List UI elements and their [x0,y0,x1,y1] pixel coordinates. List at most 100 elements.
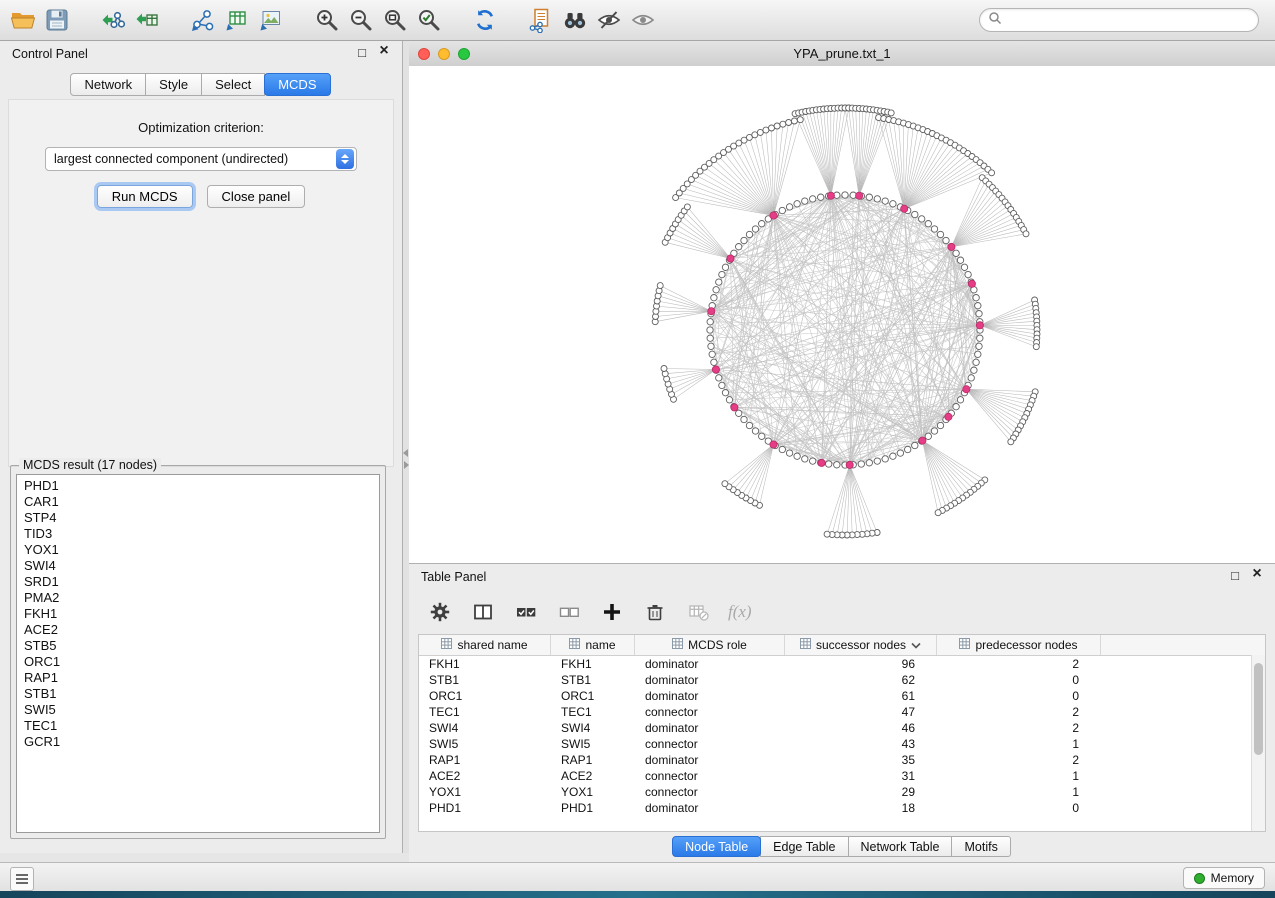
zoom-selected-icon[interactable] [412,3,446,37]
table-row[interactable]: ORC1ORC1dominator610 [419,688,1265,704]
cell-MCDS-role[interactable]: dominator [635,720,785,736]
add-row-icon[interactable] [599,599,625,625]
cell-predecessor-nodes[interactable]: 2 [937,656,1101,672]
mcds-node-item[interactable]: GCR1 [24,734,379,750]
cell-shared-name[interactable]: TEC1 [419,704,551,720]
mcds-node-item[interactable]: STB1 [24,686,379,702]
tab-motifs[interactable]: Motifs [951,836,1010,857]
float-table-panel-icon[interactable]: □ [1227,568,1243,583]
tab-select[interactable]: Select [201,73,265,96]
column-header-name[interactable]: name [551,635,635,655]
network-graph[interactable] [409,66,1275,563]
cell-successor-nodes[interactable]: 62 [785,672,937,688]
collapse-left-icon[interactable] [403,449,408,457]
cell-successor-nodes[interactable]: 46 [785,720,937,736]
tab-network[interactable]: Network [70,73,146,96]
import-table-icon[interactable] [130,3,164,37]
cell-MCDS-role[interactable]: dominator [635,656,785,672]
eye-icon[interactable] [626,3,660,37]
table-row[interactable]: FKH1FKH1dominator962 [419,656,1265,672]
column-header-successor-nodes[interactable]: successor nodes [785,635,937,655]
mcds-node-item[interactable]: STP4 [24,510,379,526]
run-mcds-button[interactable]: Run MCDS [97,185,193,208]
cell-predecessor-nodes[interactable]: 0 [937,688,1101,704]
cell-shared-name[interactable]: FKH1 [419,656,551,672]
close-panel-icon[interactable]: × [376,42,392,60]
cell-name[interactable]: STB1 [551,672,635,688]
cell-successor-nodes[interactable]: 35 [785,752,937,768]
memory-button[interactable]: Memory [1183,867,1265,889]
cell-MCDS-role[interactable]: dominator [635,752,785,768]
cell-MCDS-role[interactable]: connector [635,784,785,800]
document-share-icon[interactable] [524,3,558,37]
cell-name[interactable]: RAP1 [551,752,635,768]
mcds-node-item[interactable]: PHD1 [24,478,379,494]
cell-name[interactable]: YOX1 [551,784,635,800]
criterion-select[interactable]: largest connected component (undirected) [45,147,357,171]
mcds-node-item[interactable]: SWI4 [24,558,379,574]
cell-name[interactable]: ACE2 [551,768,635,784]
cell-predecessor-nodes[interactable]: 2 [937,704,1101,720]
cell-shared-name[interactable]: SWI4 [419,720,551,736]
float-window-icon[interactable]: □ [354,45,370,60]
mcds-node-item[interactable]: SWI5 [24,702,379,718]
refresh-icon[interactable] [468,3,502,37]
tab-mcds[interactable]: MCDS [264,73,330,96]
cell-predecessor-nodes[interactable]: 0 [937,800,1101,816]
table-row[interactable]: SWI4SWI4dominator462 [419,720,1265,736]
cell-name[interactable]: FKH1 [551,656,635,672]
open-folder-icon[interactable] [6,3,40,37]
cell-predecessor-nodes[interactable]: 2 [937,720,1101,736]
cell-MCDS-role[interactable]: dominator [635,672,785,688]
hide-show-icon[interactable] [592,3,626,37]
cell-shared-name[interactable]: STB1 [419,672,551,688]
cell-MCDS-role[interactable]: connector [635,768,785,784]
select-all-icon[interactable] [513,599,539,625]
cell-successor-nodes[interactable]: 29 [785,784,937,800]
cell-MCDS-role[interactable]: dominator [635,800,785,816]
mcds-node-item[interactable]: CAR1 [24,494,379,510]
cell-predecessor-nodes[interactable]: 1 [937,768,1101,784]
import-network-icon[interactable] [96,3,130,37]
cell-shared-name[interactable]: RAP1 [419,752,551,768]
search-input[interactable] [1002,12,1258,28]
cell-predecessor-nodes[interactable]: 2 [937,752,1101,768]
cell-name[interactable]: TEC1 [551,704,635,720]
split-columns-icon[interactable] [470,599,496,625]
export-network-icon[interactable] [186,3,220,37]
mcds-node-item[interactable]: ORC1 [24,654,379,670]
column-header-MCDS-role[interactable]: MCDS role [635,635,785,655]
cell-MCDS-role[interactable]: dominator [635,688,785,704]
save-icon[interactable] [40,3,74,37]
deselect-all-icon[interactable] [556,599,582,625]
scrollbar-thumb[interactable] [1254,663,1263,755]
close-table-panel-icon[interactable]: × [1249,565,1265,583]
cell-MCDS-role[interactable]: connector [635,736,785,752]
export-table-icon[interactable] [220,3,254,37]
mcds-node-item[interactable]: FKH1 [24,606,379,622]
cell-successor-nodes[interactable]: 18 [785,800,937,816]
mcds-node-item[interactable]: SRD1 [24,574,379,590]
mcds-node-item[interactable]: TEC1 [24,718,379,734]
cell-shared-name[interactable]: ACE2 [419,768,551,784]
tab-style[interactable]: Style [145,73,202,96]
cell-shared-name[interactable]: SWI5 [419,736,551,752]
table-row[interactable]: ACE2ACE2connector311 [419,768,1265,784]
task-menu-button[interactable] [10,867,34,891]
cell-predecessor-nodes[interactable]: 0 [937,672,1101,688]
zoom-in-icon[interactable] [310,3,344,37]
column-header-shared-name[interactable]: shared name [419,635,551,655]
mcds-node-item[interactable]: YOX1 [24,542,379,558]
cell-shared-name[interactable]: ORC1 [419,688,551,704]
binoculars-icon[interactable] [558,3,592,37]
cell-shared-name[interactable]: PHD1 [419,800,551,816]
mcds-node-item[interactable]: RAP1 [24,670,379,686]
export-image-icon[interactable] [254,3,288,37]
cell-successor-nodes[interactable]: 47 [785,704,937,720]
cell-shared-name[interactable]: YOX1 [419,784,551,800]
table-row[interactable]: TEC1TEC1connector472 [419,704,1265,720]
table-scrollbar[interactable] [1251,655,1265,831]
cell-successor-nodes[interactable]: 43 [785,736,937,752]
table-row[interactable]: SWI5SWI5connector431 [419,736,1265,752]
table-row[interactable]: STB1STB1dominator620 [419,672,1265,688]
